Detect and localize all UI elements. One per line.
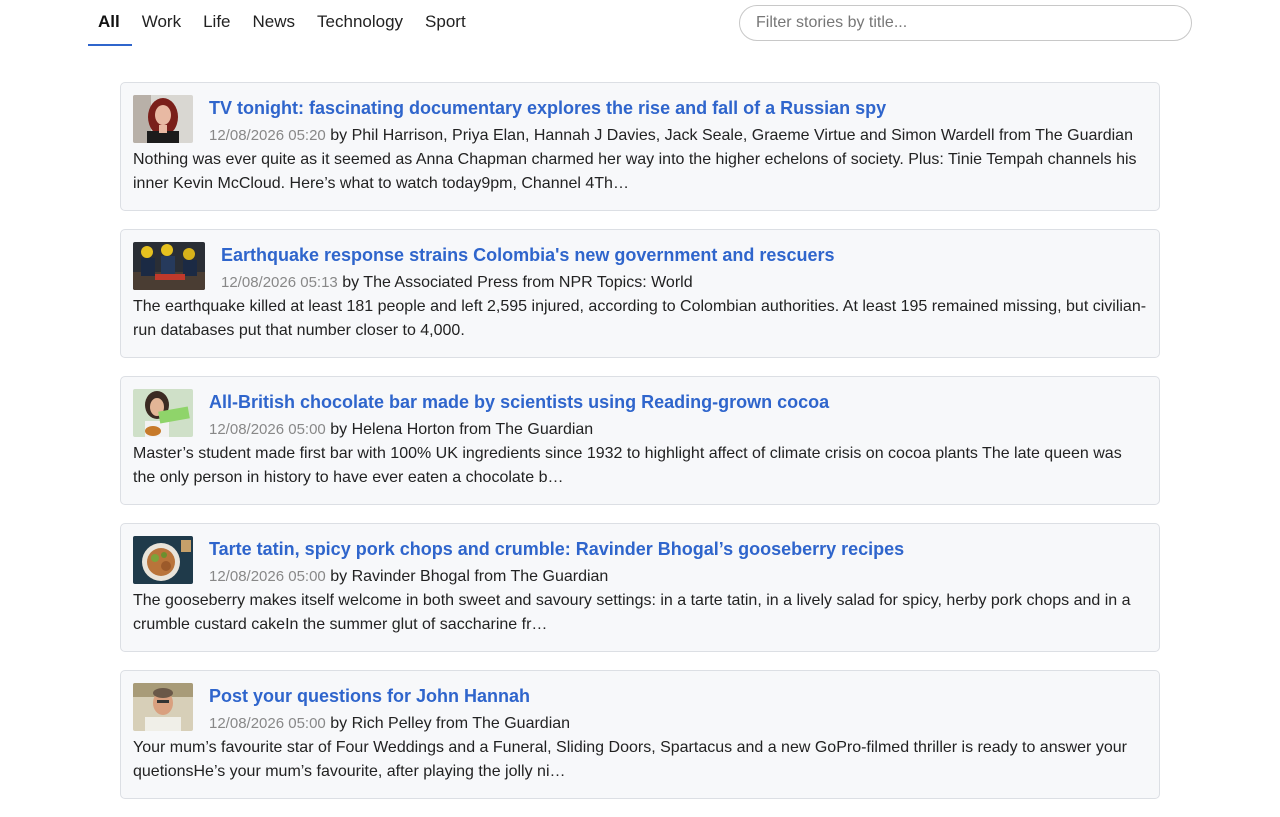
story-date: 12/08/2026 05:00 (209, 715, 326, 732)
food-dish-image (133, 536, 193, 584)
story-thumbnail[interactable] (133, 95, 193, 143)
top-bar: All Work Life News Technology Sport (0, 0, 1280, 60)
story-title-link[interactable]: TV tonight: fascinating documentary expl… (133, 95, 1147, 121)
story-excerpt: Your mum’s favourite star of Four Weddin… (133, 739, 1127, 780)
story-excerpt: Master’s student made first bar with 100… (133, 445, 1122, 486)
rescue-workers-image (133, 242, 205, 290)
tab-work[interactable]: Work (132, 0, 193, 46)
story-title-link[interactable]: Tarte tatin, spicy pork chops and crumbl… (133, 536, 1147, 562)
story-title-link[interactable]: Earthquake response strains Colombia's n… (133, 242, 1147, 268)
story-thumbnail[interactable] (133, 536, 193, 584)
story-excerpt: Nothing was ever quite as it seemed as A… (133, 151, 1137, 192)
story-byline: by Rich Pelley from The Guardian (330, 715, 571, 732)
search-container (739, 5, 1192, 41)
story-title-link[interactable]: All-British chocolate bar made by scient… (133, 389, 1147, 415)
story-byline: by Phil Harrison, Priya Elan, Hannah J D… (330, 127, 1133, 144)
story-card: Earthquake response strains Colombia's n… (120, 229, 1160, 358)
portrait-man-image (133, 683, 193, 731)
story-card: TV tonight: fascinating documentary expl… (120, 82, 1160, 211)
tab-technology[interactable]: Technology (307, 0, 415, 46)
story-card: Post your questions for John Hannah 12/0… (120, 670, 1160, 799)
chocolate-bar-image (133, 389, 193, 437)
portrait-woman-image (133, 95, 193, 143)
story-title-link[interactable]: Post your questions for John Hannah (133, 683, 1147, 709)
story-thumbnail[interactable] (133, 389, 193, 437)
story-byline: by Ravinder Bhogal from The Guardian (330, 568, 609, 585)
tab-all[interactable]: All (88, 0, 132, 46)
tab-life[interactable]: Life (193, 0, 242, 46)
story-thumbnail[interactable] (133, 683, 193, 731)
story-byline: by The Associated Press from NPR Topics:… (342, 274, 693, 291)
story-list: TV tonight: fascinating documentary expl… (120, 82, 1160, 817)
story-card: Tarte tatin, spicy pork chops and crumbl… (120, 523, 1160, 652)
story-date: 12/08/2026 05:00 (209, 421, 326, 438)
story-excerpt: The gooseberry makes itself welcome in b… (133, 592, 1131, 633)
story-date: 12/08/2026 05:20 (209, 127, 326, 144)
story-date: 12/08/2026 05:13 (221, 274, 338, 291)
tab-sport[interactable]: Sport (415, 0, 478, 46)
category-tabs: All Work Life News Technology Sport (88, 0, 478, 46)
story-card: All-British chocolate bar made by scient… (120, 376, 1160, 505)
story-date: 12/08/2026 05:00 (209, 568, 326, 585)
filter-stories-input[interactable] (739, 5, 1192, 41)
story-thumbnail[interactable] (133, 242, 205, 290)
story-byline: by Helena Horton from The Guardian (330, 421, 594, 438)
tab-news[interactable]: News (243, 0, 308, 46)
story-excerpt: The earthquake killed at least 181 peopl… (133, 298, 1147, 339)
